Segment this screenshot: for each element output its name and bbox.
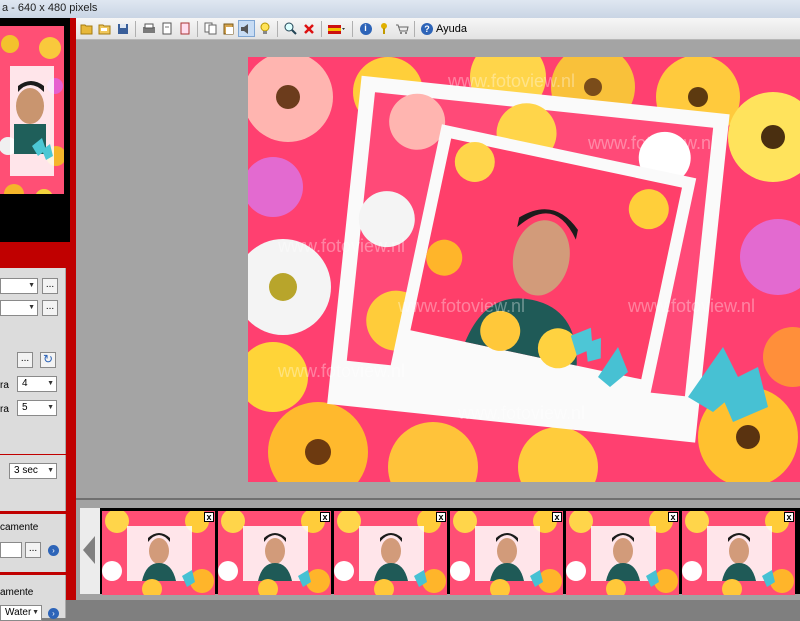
cart-icon[interactable]: [393, 20, 410, 37]
toolbar-separator: [414, 20, 415, 37]
toolbar-separator: [352, 20, 353, 37]
delete-icon[interactable]: [300, 20, 317, 37]
folder-open-icon[interactable]: [78, 20, 95, 37]
help-label: Ayuda: [436, 22, 467, 35]
combo-1[interactable]: ▼: [0, 278, 38, 294]
arrow-left-icon: [83, 536, 95, 564]
toolbar-separator: [321, 20, 322, 37]
timer-group: 3 sec ▼: [0, 455, 66, 511]
print-icon[interactable]: [140, 20, 157, 37]
title-bar: a - 640 x 480 pixels: [0, 0, 800, 19]
timer-select[interactable]: 3 sec ▼: [9, 463, 57, 479]
toolbar-separator: [135, 20, 136, 37]
auto-input-1[interactable]: [0, 542, 22, 558]
close-icon[interactable]: x: [320, 512, 330, 522]
speaker-icon[interactable]: [238, 20, 255, 37]
svg-text:www.fotoview.nl: www.fotoview.nl: [457, 403, 585, 423]
help-button[interactable]: ? Ayuda: [421, 22, 467, 35]
search-icon[interactable]: [282, 20, 299, 37]
copy-icon[interactable]: [202, 20, 219, 37]
flag-icon[interactable]: [326, 20, 348, 37]
thumbnail-image: [450, 511, 563, 595]
polaroid-frame-inner: [389, 124, 697, 423]
thumbnail[interactable]: x: [682, 511, 795, 595]
left-panel: ▼ ... ▼ ... ... ↻ ra 4 ▼ ra 5 ▼ 3 sec ▼ cam…: [0, 18, 76, 621]
info-icon[interactable]: i: [357, 20, 374, 37]
auto-group-2: amente Water ▼ ›: [0, 575, 66, 621]
svg-text:www.fotoview.nl: www.fotoview.nl: [447, 71, 575, 91]
go-icon-1[interactable]: ›: [48, 545, 59, 556]
window-title: a - 640 x 480 pixels: [2, 2, 98, 14]
close-icon[interactable]: x: [204, 512, 214, 522]
label-automatic-2: amente: [0, 587, 34, 598]
bulb-icon[interactable]: [256, 20, 273, 37]
browse-button-4[interactable]: ...: [25, 542, 41, 558]
close-icon[interactable]: x: [552, 512, 562, 522]
combo-2[interactable]: ▼: [0, 300, 38, 316]
preview-gap: [0, 194, 70, 242]
thumbnail[interactable]: x: [450, 511, 563, 595]
save-icon[interactable]: [114, 20, 131, 37]
folder-icon[interactable]: [96, 20, 113, 37]
svg-text:www.fotoview.nl: www.fotoview.nl: [627, 296, 755, 316]
filmstrip: x x x x x x: [76, 498, 800, 600]
svg-text:www.fotoview.nl: www.fotoview.nl: [587, 133, 715, 153]
label-automatic-1: camente: [0, 522, 39, 533]
slideshow-icon[interactable]: [176, 20, 193, 37]
browse-button-3[interactable]: ...: [17, 352, 33, 368]
thumbnail[interactable]: x: [566, 511, 679, 595]
close-icon[interactable]: x: [436, 512, 446, 522]
combo-five[interactable]: 5 ▼: [17, 400, 57, 416]
settings-group: ▼ ... ▼ ... ... ↻ ra 4 ▼ ra 5 ▼: [0, 268, 66, 454]
thumbnail[interactable]: x: [218, 511, 331, 595]
thumbnail-image: [566, 511, 679, 595]
thumbnail-image: [102, 511, 215, 595]
thumbnail-list: x x x x x x: [100, 508, 800, 595]
paste-icon[interactable]: [220, 20, 237, 37]
filmstrip-prev-button[interactable]: [80, 508, 100, 594]
refresh-icon[interactable]: ↻: [40, 352, 56, 368]
browse-button-2[interactable]: ...: [42, 300, 58, 316]
preview-frame: [0, 18, 70, 208]
thumbnail-image: [218, 511, 331, 595]
page-icon[interactable]: [158, 20, 175, 37]
auto-group-1: camente ... ›: [0, 514, 66, 572]
photo-collage: www.fotoview.nl www.fotoview.nl www.foto…: [235, 39, 800, 512]
svg-text:www.fotoview.nl: www.fotoview.nl: [277, 361, 405, 381]
water-select[interactable]: Water ▼: [0, 605, 42, 621]
thumbnail[interactable]: x: [334, 511, 447, 595]
thumbnail-image: [682, 511, 795, 595]
toolbar-separator: [197, 20, 198, 37]
label-ra-2: ra: [0, 404, 9, 415]
combo-four[interactable]: 4 ▼: [17, 376, 57, 392]
browse-button-1[interactable]: ...: [42, 278, 58, 294]
svg-text:www.fotoview.nl: www.fotoview.nl: [277, 236, 405, 256]
thumbnail-image: [334, 511, 447, 595]
main-photo[interactable]: www.fotoview.nl www.fotoview.nl www.foto…: [235, 39, 800, 512]
label-ra-1: ra: [0, 380, 9, 391]
close-icon[interactable]: x: [784, 512, 794, 522]
thumbnail[interactable]: x: [102, 511, 215, 595]
go-icon-2[interactable]: ›: [48, 608, 59, 619]
toolbar-separator: [277, 20, 278, 37]
preview-thumbnail: [0, 26, 64, 208]
close-icon[interactable]: x: [668, 512, 678, 522]
help-icon: ?: [421, 22, 433, 35]
svg-text:www.fotoview.nl: www.fotoview.nl: [397, 296, 525, 316]
toolbar: i ? Ayuda: [76, 18, 800, 40]
key-icon[interactable]: [375, 20, 392, 37]
